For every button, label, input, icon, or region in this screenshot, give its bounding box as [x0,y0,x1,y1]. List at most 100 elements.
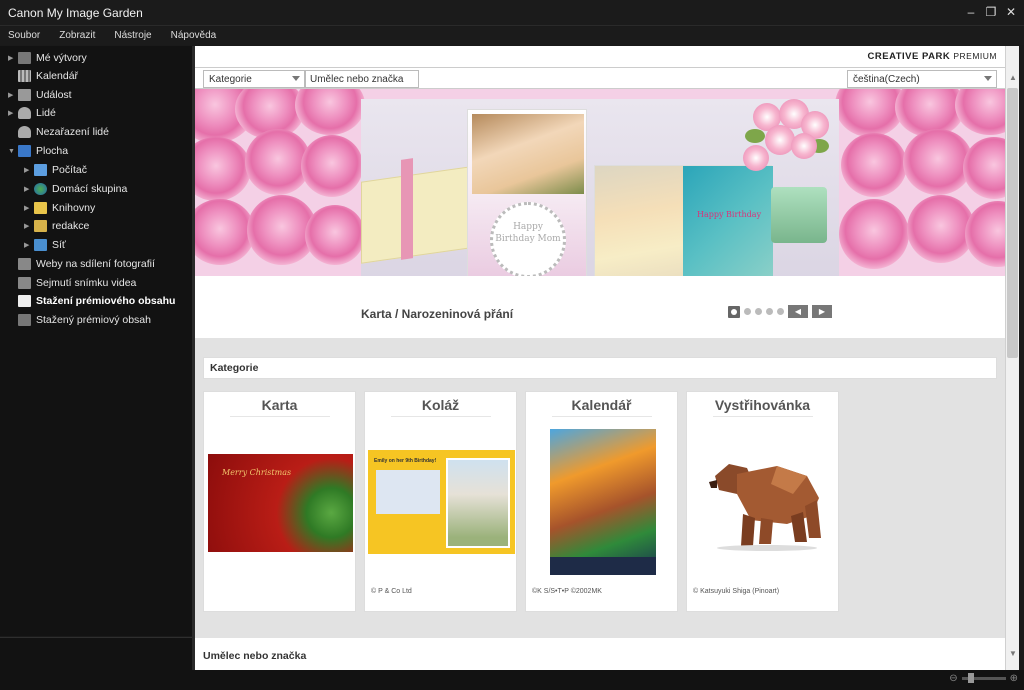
zoom-in-icon[interactable]: ⊕ [1010,673,1018,684]
category-title: Koláž [421,397,460,413]
rose-decoration [301,135,363,197]
sidebar-item-label: Sejmutí snímku videa [36,277,137,289]
sidebar-item-kalendar[interactable]: Kalendář [8,67,78,85]
next-arrow-icon[interactable]: ▶ [812,305,832,318]
sidebar-item-label: Lidé [36,107,56,119]
zoom-knob[interactable] [967,673,974,683]
sidebar-item-redakce[interactable]: ▶ redakce [24,217,89,235]
minimize-icon[interactable]: – [964,4,978,20]
sidebar: ▶ Mé výtvory Kalendář ▶ Událost ▶ Lidé N… [0,46,192,636]
filter-bar: Kategorie Umělec nebo značka čeština(Cze… [195,67,1005,89]
banner-stage: Happy Birthday Mom Happy Birthday [361,99,839,276]
folder-icon [18,52,31,64]
category-card-kolaz[interactable]: Koláž Emily on her 9th Birthday! © P & C… [364,391,517,612]
categories-header: Kategorie [203,357,997,379]
menu-soubor[interactable]: Soubor [0,27,48,45]
scroll-down-icon[interactable]: ▼ [1006,646,1020,662]
pager-dot[interactable] [766,308,773,315]
zoom-out-icon[interactable]: ⊖ [949,673,957,684]
expand-arrow-icon[interactable]: ▶ [8,91,18,99]
expand-arrow-icon[interactable]: ▶ [8,54,18,62]
category-thumbnail: Merry Christmas [208,454,353,552]
thumbnail-text: Merry Christmas [222,468,292,477]
window-title: Canon My Image Garden [8,6,143,20]
sidebar-item-sit[interactable]: ▶ Síť [24,236,66,254]
sidebar-item-nezarazeni-lide[interactable]: Nezařazení lidé [8,123,109,141]
person-icon [18,107,31,119]
menu-nastroje[interactable]: Nástroje [106,27,159,45]
sidebar-item-stazeni[interactable]: Stažení prémiového obsahu [8,292,175,310]
sidebar-item-label: Nezařazení lidé [36,126,109,138]
pager-dot[interactable] [777,308,784,315]
sidebar-item-weby[interactable]: Weby na sdílení fotografií [8,255,155,273]
sidebar-item-label: Kalendář [36,70,79,82]
rose-decoration [835,89,905,137]
category-card-karta[interactable]: Karta Merry Christmas [203,391,356,612]
scroll-thumb[interactable] [1007,88,1018,358]
creative-park-header: CREATIVE PARK PREMIUM [195,46,1005,67]
copyright-text: © P & Co Ltd [371,588,412,595]
expand-arrow-icon[interactable]: ▶ [8,109,18,117]
birthday-card-pink: Happy Birthday Mom [467,109,587,276]
zoom-control[interactable]: ⊖ ⊕ [949,673,1018,684]
expand-arrow-icon[interactable]: ▶ [24,222,34,230]
sidebar-item-pocitac[interactable]: ▶ Počítač [24,161,87,179]
pager-dot-active[interactable] [728,305,740,318]
scroll-up-icon[interactable]: ▲ [1006,70,1020,86]
expand-arrow-icon[interactable]: ▶ [24,241,34,249]
homegroup-icon [34,183,47,195]
sidebar-item-stazeny[interactable]: Stažený prémiový obsah [8,311,151,329]
restore-icon[interactable]: ❐ [984,4,998,20]
sidebar-item-plocha[interactable]: ▼ Plocha [8,142,68,160]
zoom-slider[interactable] [961,673,1006,683]
expand-arrow-icon[interactable]: ▶ [24,204,34,212]
category-card-kalendar[interactable]: Kalendář ©K S/S•T•P ©2002MK [525,391,678,612]
category-select[interactable]: Kategorie [203,70,305,88]
pager-dot[interactable] [744,308,751,315]
banner-caption[interactable]: Karta / Narozeninová přání [361,307,513,321]
expand-arrow-icon[interactable]: ▶ [24,166,34,174]
calendar-icon [18,70,31,82]
category-title: Vystřihovánka [714,397,811,413]
collapse-arrow-icon[interactable]: ▼ [8,148,18,155]
menu-bar: Soubor Zobrazit Nástroje Nápověda [0,27,1024,45]
rose-decoration [195,199,255,265]
thumbnail-text: Emily on her 9th Birthday! [374,458,437,464]
close-icon[interactable]: ✕ [1004,4,1018,20]
expand-arrow-icon[interactable]: ▶ [24,185,34,193]
prev-arrow-icon[interactable]: ◀ [788,305,808,318]
sidebar-item-sejmuti[interactable]: Sejmutí snímku videa [8,274,136,292]
calendar-strip [550,557,656,575]
artist-input[interactable]: Umělec nebo značka [305,70,419,88]
sidebar-item-me-vytvory[interactable]: ▶ Mé výtvory [8,49,87,67]
category-thumbnail: Emily on her 9th Birthday! [368,450,515,554]
web-share-icon [18,258,31,270]
pager-dot[interactable] [755,308,762,315]
video-capture-icon [18,277,31,289]
event-icon [18,89,31,101]
sidebar-item-lide[interactable]: ▶ Lidé [8,104,56,122]
category-card-vystrihovanka[interactable]: Vystřihovánka © Katsuyuki Shiga (Pinoart… [686,391,839,612]
sidebar-item-knihovny[interactable]: ▶ Knihovny [24,199,95,217]
featured-banner[interactable]: Happy Birthday Mom Happy Birthday [195,89,1005,276]
sidebar-item-udalost[interactable]: ▶ Událost [8,86,72,104]
window-border [1019,46,1024,670]
user-folder-icon [34,220,47,232]
menu-zobrazit[interactable]: Zobrazit [51,27,103,45]
sidebar-item-label: Síť [52,239,66,251]
window-controls: – ❐ ✕ [964,4,1018,20]
copyright-text: © Katsuyuki Shiga (Pinoart) [693,588,780,595]
sidebar-item-label: Stažený prémiový obsah [36,314,151,326]
sidebar-item-domaci-skupina[interactable]: ▶ Domácí skupina [24,180,127,198]
category-thumbnail [550,429,656,575]
chevron-down-icon [292,76,300,81]
papercraft-bear-image [709,464,821,551]
flower-vase-image [735,99,839,243]
menu-napoveda[interactable]: Nápověda [163,27,225,45]
language-select[interactable]: čeština(Czech) [847,70,997,88]
computer-icon [34,164,47,176]
sidebar-item-label: Stažení prémiového obsahu [36,295,176,307]
banner-pager: ◀ ▶ [728,305,832,318]
sidebar-footer [0,637,192,690]
vertical-scrollbar[interactable]: ▲ ▼ [1005,46,1019,670]
